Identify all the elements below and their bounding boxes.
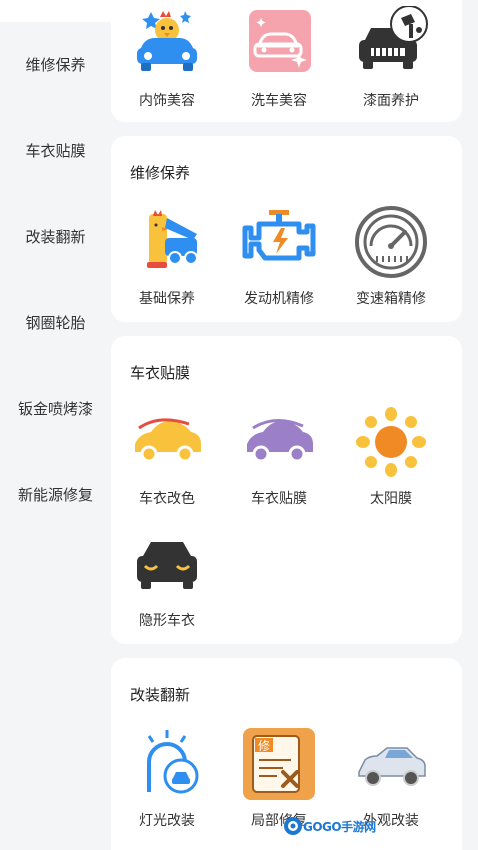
sidebar-item-label: 新能源修复 <box>17 485 93 504</box>
yellow-car-icon <box>129 404 205 480</box>
sidebar-selected-item[interactable] <box>0 0 111 22</box>
sidebar-item-modification[interactable]: 改装翻新 <box>0 216 111 256</box>
sidebar-item-car-wrap[interactable]: 车衣贴膜 <box>0 130 111 170</box>
sidebar-item-label: 改装翻新 <box>25 227 86 246</box>
service-tile-sun-film[interactable]: 太阳膜 <box>335 404 447 508</box>
purple-car-icon <box>241 404 317 480</box>
service-tile-partial-repair[interactable]: 修 局部修复 <box>223 726 335 830</box>
service-tile-wrap-color-change[interactable]: 车衣改色 <box>111 404 223 508</box>
watermark: GOGO手游网 <box>283 816 376 836</box>
service-tile-basic-maintenance[interactable]: 基础保养 <box>111 204 223 308</box>
sidebar-item-new-energy-repair[interactable]: 新能源修复 <box>0 474 111 514</box>
sidebar-item-label: 维修保养 <box>25 55 86 74</box>
section-title: 维修保养 <box>130 164 191 182</box>
service-tile-engine-repair[interactable]: 发动机精修 <box>223 204 335 308</box>
service-label: 漆面养护 <box>363 93 419 109</box>
service-label: 洗车美容 <box>251 93 307 109</box>
sidebar-item-sheet-metal-paint[interactable]: 钣金喷烤漆 <box>0 388 111 428</box>
svg-text:修: 修 <box>258 738 270 753</box>
sidebar-item-label: 钢圈轮胎 <box>25 313 86 332</box>
engine-icon <box>241 204 317 280</box>
service-label: 太阳膜 <box>370 491 412 507</box>
service-tile-invisible-wrap[interactable]: 隐形车衣 <box>111 526 223 630</box>
silver-car-icon <box>353 726 429 802</box>
service-label: 变速箱精修 <box>356 291 426 307</box>
watermark-text: GOGO手游网 <box>303 819 376 834</box>
service-label: 内饰美容 <box>139 93 195 109</box>
section-card-beauty: 内饰美容 洗车美容 漆面养护 <box>111 0 462 122</box>
service-label: 基础保养 <box>139 291 195 307</box>
service-label: 车衣贴膜 <box>251 491 307 507</box>
sidebar-item-label: 车衣贴膜 <box>25 141 86 160</box>
car-paint-care-icon <box>353 6 429 82</box>
sidebar-item-maintenance[interactable]: 维修保养 <box>0 44 111 84</box>
section-card-car-wrap: 车衣贴膜 车衣改色 车衣贴膜 太阳膜 隐形车衣 <box>111 336 462 644</box>
service-label: 车衣改色 <box>139 491 195 507</box>
service-tile-car-wash[interactable]: 洗车美容 <box>223 6 335 110</box>
gauge-icon <box>353 204 429 280</box>
sun-icon <box>353 404 429 480</box>
section-title: 车衣贴膜 <box>130 364 191 382</box>
car-wash-sparkle-icon <box>241 6 317 82</box>
service-tile-interior-beauty[interactable]: 内饰美容 <box>111 6 223 110</box>
car-hood-chick-icon <box>129 204 205 280</box>
service-label: 灯光改装 <box>139 813 195 829</box>
section-title: 改装翻新 <box>130 686 191 704</box>
service-label: 发动机精修 <box>244 291 314 307</box>
car-light-icon <box>129 726 205 802</box>
car-chick-icon <box>129 6 205 82</box>
sidebar-item-wheels-tires[interactable]: 钢圈轮胎 <box>0 302 111 342</box>
car-front-icon <box>129 526 205 602</box>
service-label: 隐形车衣 <box>139 613 195 629</box>
service-tile-paint-care[interactable]: 漆面养护 <box>335 6 447 110</box>
sidebar-item-label: 钣金喷烤漆 <box>17 399 93 418</box>
service-tile-wrap-film[interactable]: 车衣贴膜 <box>223 404 335 508</box>
gogo-logo-icon <box>284 817 302 835</box>
section-card-maintenance: 维修保养 基础保养 发动机精修 变速箱精修 <box>111 136 462 322</box>
service-tile-light-modification[interactable]: 灯光改装 <box>111 726 223 830</box>
service-tile-gearbox-repair[interactable]: 变速箱精修 <box>335 204 447 308</box>
category-sidebar: 维修保养 车衣贴膜 改装翻新 钢圈轮胎 钣金喷烤漆 新能源修复 <box>0 0 111 850</box>
service-tile-exterior-modification[interactable]: 外观改装 <box>335 726 447 830</box>
repair-document-icon: 修 <box>241 726 317 802</box>
